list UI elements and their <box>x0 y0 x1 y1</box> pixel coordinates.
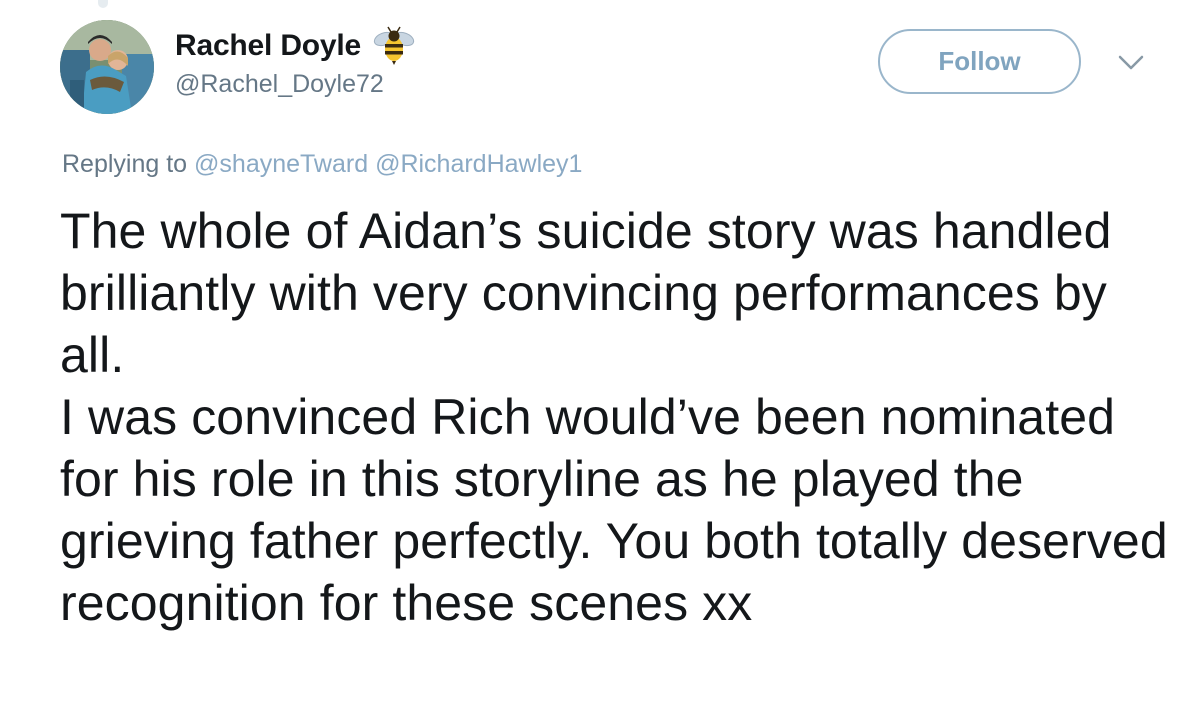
tweet-text: The whole of Aidan’s suicide story was h… <box>60 200 1170 634</box>
tweet-paragraph: The whole of Aidan’s suicide story was h… <box>60 203 1112 383</box>
tweet-header: Rachel Doyle @Rachel_Doyle72 Follow <box>0 0 1200 130</box>
mention-link[interactable]: @RichardHawley1 <box>375 150 582 178</box>
follow-button[interactable]: Follow <box>878 29 1081 94</box>
replying-to-line: Replying to @shayneTward @RichardHawley1 <box>62 150 582 179</box>
name-row: Rachel Doyle <box>175 24 415 68</box>
user-info: Rachel Doyle @Rachel_Doyle72 <box>175 24 415 99</box>
mention-link[interactable]: @shayneTward <box>194 150 368 178</box>
tweet-paragraph: I was convinced Rich would’ve been nomin… <box>60 389 1168 631</box>
avatar-photo-image <box>60 20 154 114</box>
chevron-down-icon[interactable] <box>1118 54 1144 72</box>
user-handle[interactable]: @Rachel_Doyle72 <box>175 70 415 99</box>
display-name[interactable]: Rachel Doyle <box>175 29 361 63</box>
bee-icon <box>373 26 415 66</box>
replying-to-label: Replying to <box>62 150 188 178</box>
avatar[interactable] <box>60 20 154 114</box>
